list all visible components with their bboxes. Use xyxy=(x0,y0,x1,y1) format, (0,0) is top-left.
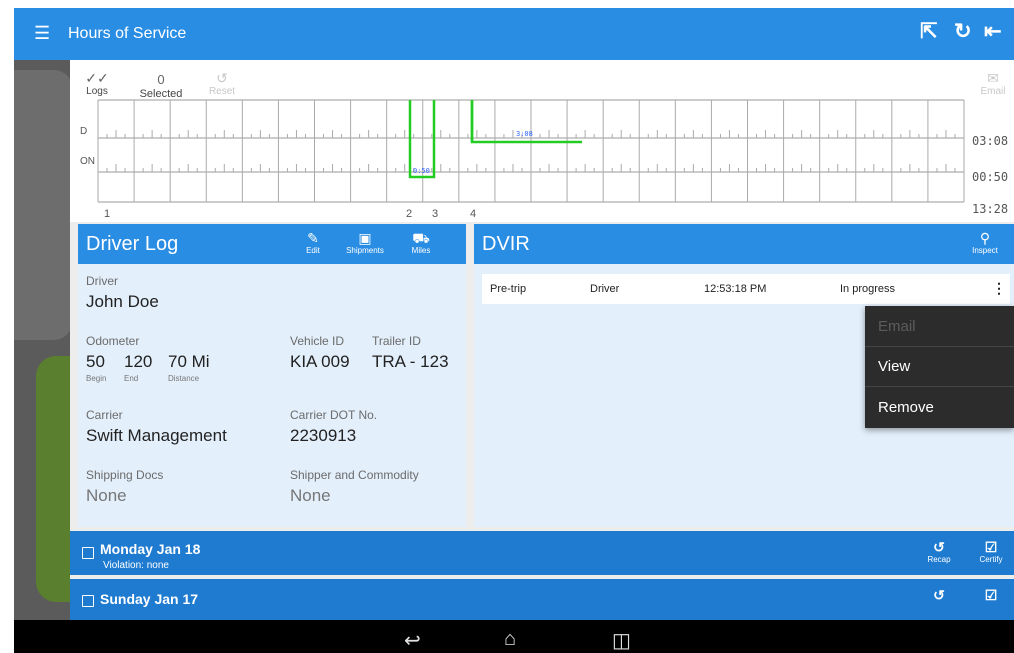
logout-icon[interactable]: ⇤ xyxy=(984,20,1002,44)
dvir-title: DVIR xyxy=(482,233,530,255)
end-label: End xyxy=(124,374,139,383)
begin-label: Begin xyxy=(86,374,107,383)
edit-label: Edit xyxy=(306,246,320,255)
total-on: 00:50 xyxy=(972,170,1009,184)
shipping-docs: None xyxy=(86,486,127,505)
menu-divider xyxy=(865,346,1014,347)
menu-item-email[interactable]: Email xyxy=(878,318,916,335)
log-graph: ✓✓ Logs 0 Selected ↺ Reset ✉ Email 3:08 … xyxy=(70,60,1014,222)
day-row-sunday[interactable]: Sunday Jan 17 ↺ ☑ xyxy=(70,579,1014,620)
hamburger-icon[interactable]: ☰ xyxy=(34,24,50,42)
driver-label: Driver xyxy=(86,274,118,288)
box-icon: ▣ xyxy=(358,230,372,246)
refresh-icon[interactable]: ↻ xyxy=(954,20,972,44)
recap-button[interactable]: ↺ xyxy=(924,587,954,603)
odometer-begin: 50 xyxy=(86,352,105,371)
distance-label: Distance xyxy=(168,374,200,383)
dvir-time: 12:53:18 PM xyxy=(704,283,767,295)
drive-segment-label: 3:08 xyxy=(516,130,533,138)
trailer-id-label: Trailer ID xyxy=(372,334,421,348)
certify-button[interactable]: ☑ Certify xyxy=(976,539,1006,564)
dvir-row[interactable]: Pre-trip Driver 12:53:18 PM In progress … xyxy=(482,274,1010,304)
day-date: Monday Jan 18 xyxy=(100,541,201,557)
certify-icon: ☑ xyxy=(984,539,998,555)
shipping-docs-label: Shipping Docs xyxy=(86,468,164,482)
trailer-id: TRA - 123 xyxy=(372,352,449,371)
transfer-icon[interactable]: ⇱ xyxy=(920,20,938,44)
certify-icon: ☑ xyxy=(984,587,998,603)
dvir-header: DVIR ⚲ Inspect xyxy=(474,224,1014,264)
home-icon[interactable]: ⌂ xyxy=(504,628,516,651)
total-all: 13:28 xyxy=(972,202,1009,216)
system-nav-bar: ↩ ⌂ ◫ xyxy=(14,620,1014,653)
magnifier-icon: ⚲ xyxy=(979,230,991,246)
duty-grid: 3:08 0:50 xyxy=(97,99,965,203)
certify-button[interactable]: ☑ xyxy=(976,587,1006,603)
shipper-label: Shipper and Commodity xyxy=(290,468,419,482)
menu-item-view[interactable]: View xyxy=(878,358,910,375)
carrier-label: Carrier xyxy=(86,408,123,422)
hour-marker: 4 xyxy=(470,208,477,220)
dvir-type: Pre-trip xyxy=(490,283,527,295)
menu-item-remove[interactable]: Remove xyxy=(878,399,934,416)
odometer-end: 120 xyxy=(124,352,153,371)
day-date: Sunday Jan 17 xyxy=(100,591,199,607)
day-checkbox[interactable] xyxy=(82,595,94,607)
driver-log-header: Driver Log ✎ Edit ▣ Shipments ⛟ Miles xyxy=(78,224,466,264)
app-window: ☰ Hours of Service ⇱ ↻ ⇤ ✓✓ Logs 0 Selec… xyxy=(14,8,1014,653)
menu-divider xyxy=(865,386,1014,387)
carrier-name: Swift Management xyxy=(86,426,227,445)
recents-icon[interactable]: ◫ xyxy=(612,628,631,653)
shipments-label: Shipments xyxy=(346,246,384,255)
vehicle-id: KIA 009 xyxy=(290,352,350,371)
hour-marker: 2 xyxy=(406,208,413,220)
driver-name: John Doe xyxy=(86,292,159,311)
odometer-distance: 70 Mi xyxy=(168,352,210,371)
on-segment-label: 0:50 xyxy=(413,167,430,175)
car-icon: ⛟ xyxy=(412,230,430,246)
background-card xyxy=(14,70,72,340)
overflow-menu-icon[interactable]: ⋮ xyxy=(992,280,1006,297)
inspect-label: Inspect xyxy=(972,246,998,255)
total-drive: 03:08 xyxy=(972,134,1009,148)
dvir-status: In progress xyxy=(840,283,896,295)
odometer-label: Odometer xyxy=(86,334,140,348)
hour-marker: 1 xyxy=(104,208,111,220)
carrier-dot-label: Carrier DOT No. xyxy=(290,408,378,422)
miles-label: Miles xyxy=(411,246,431,255)
back-icon[interactable]: ↩ xyxy=(404,628,421,653)
driver-log-title: Driver Log xyxy=(86,233,179,255)
miles-button[interactable]: ⛟ Miles xyxy=(408,230,434,255)
shipments-button[interactable]: ▣ Shipments xyxy=(340,230,390,255)
app-bar: ☰ Hours of Service ⇱ ↻ ⇤ xyxy=(14,8,1014,60)
vehicle-id-label: Vehicle ID xyxy=(290,334,345,348)
edit-button[interactable]: ✎ Edit xyxy=(302,230,324,255)
driver-log-card: Driver Log ✎ Edit ▣ Shipments ⛟ Miles Dr… xyxy=(78,224,466,527)
pencil-icon: ✎ xyxy=(307,230,319,246)
recap-button[interactable]: ↺ Recap xyxy=(924,539,954,564)
dvir-role: Driver xyxy=(590,283,620,295)
carrier-dot: 2230913 xyxy=(290,426,357,445)
history-icon: ↺ xyxy=(933,587,945,603)
history-icon: ↺ xyxy=(933,539,945,555)
inspect-button[interactable]: ⚲ Inspect xyxy=(970,230,1000,255)
app-title: Hours of Service xyxy=(68,25,187,42)
shipper-commodity: None xyxy=(290,486,331,505)
row-label-on: ON xyxy=(80,156,95,167)
certify-label: Certify xyxy=(979,555,1003,564)
recap-label: Recap xyxy=(927,555,951,564)
row-label-d: D xyxy=(80,126,88,137)
hour-marker: 3 xyxy=(432,208,439,220)
dvir-popup-menu: Email View Remove xyxy=(865,306,1014,428)
day-violation: Violation: none xyxy=(103,560,169,571)
day-checkbox[interactable] xyxy=(82,547,94,559)
day-row-monday[interactable]: Monday Jan 18 Violation: none ↺ Recap ☑ … xyxy=(70,531,1014,575)
